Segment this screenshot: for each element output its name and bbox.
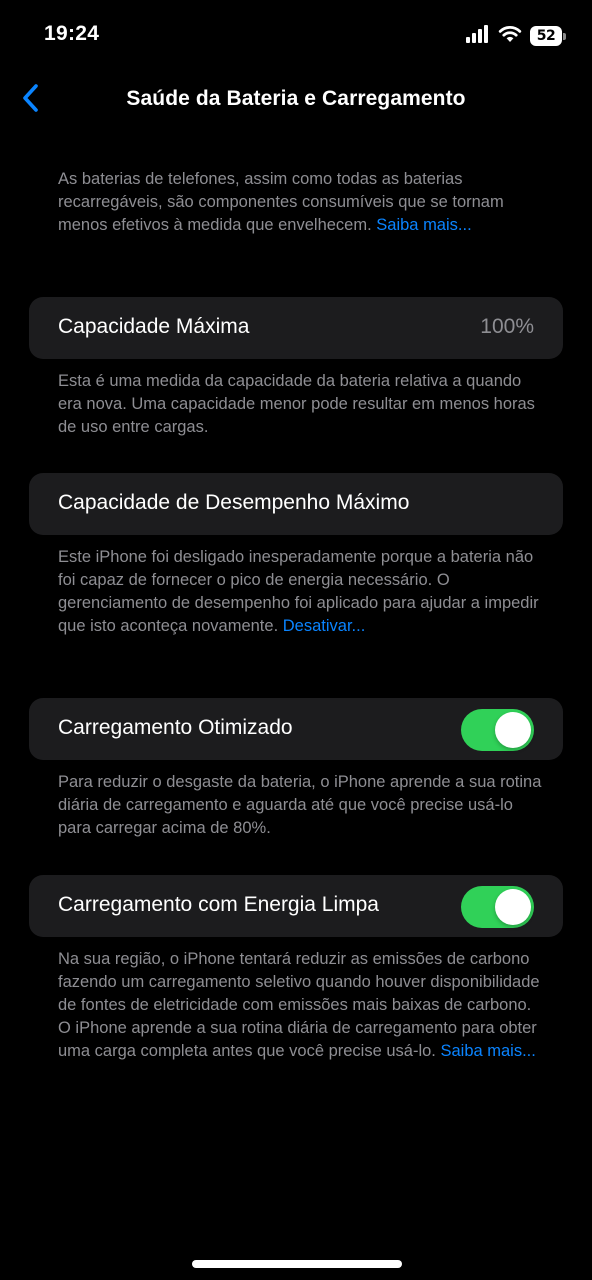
optimized-charging-toggle[interactable]	[461, 709, 534, 751]
clean-energy-label: Carregamento com Energia Limpa	[58, 893, 379, 916]
status-time: 19:24	[44, 22, 100, 45]
peak-performance-cell: Capacidade de Desempenho Máximo	[29, 473, 563, 535]
toggle-knob	[495, 712, 531, 748]
clean-energy-cell: Carregamento com Energia Limpa	[29, 875, 563, 937]
toggle-knob	[495, 889, 531, 925]
clean-energy-toggle[interactable]	[461, 886, 534, 928]
navigation-bar: Saúde da Bateria e Carregamento	[0, 70, 592, 134]
battery-level: 52	[536, 28, 556, 44]
optimized-charging-footer: Para reduzir o desgaste da bateria, o iP…	[58, 773, 542, 837]
page-title: Saúde da Bateria e Carregamento	[126, 87, 466, 110]
optimized-charging-cell: Carregamento Otimizado	[29, 698, 563, 760]
max-capacity-footer: Esta é uma medida da capacidade da bater…	[58, 372, 535, 436]
max-capacity-value: 100%	[480, 315, 534, 338]
learn-more-link[interactable]: Saiba mais...	[376, 216, 471, 234]
clean-energy-description: Na sua região, o iPhone tentará reduzir …	[58, 948, 548, 1063]
status-icons: 52	[466, 24, 566, 48]
max-capacity-label: Capacidade Máxima	[58, 315, 250, 338]
battery-icon: 52	[530, 26, 566, 46]
wifi-icon	[498, 25, 522, 48]
status-bar: 19:24 52	[0, 0, 592, 70]
cellular-signal-icon	[466, 24, 490, 48]
intro-description: As baterias de telefones, assim como tod…	[58, 168, 548, 237]
peak-performance-label: Capacidade de Desempenho Máximo	[58, 491, 410, 514]
peak-performance-description: Este iPhone foi desligado inesperadament…	[58, 546, 548, 638]
home-indicator[interactable]	[192, 1260, 402, 1268]
disable-link[interactable]: Desativar...	[283, 617, 366, 635]
optimized-charging-label: Carregamento Otimizado	[58, 716, 293, 739]
learn-more-link[interactable]: Saiba mais...	[440, 1042, 535, 1060]
max-capacity-cell: Capacidade Máxima 100%	[29, 297, 563, 359]
